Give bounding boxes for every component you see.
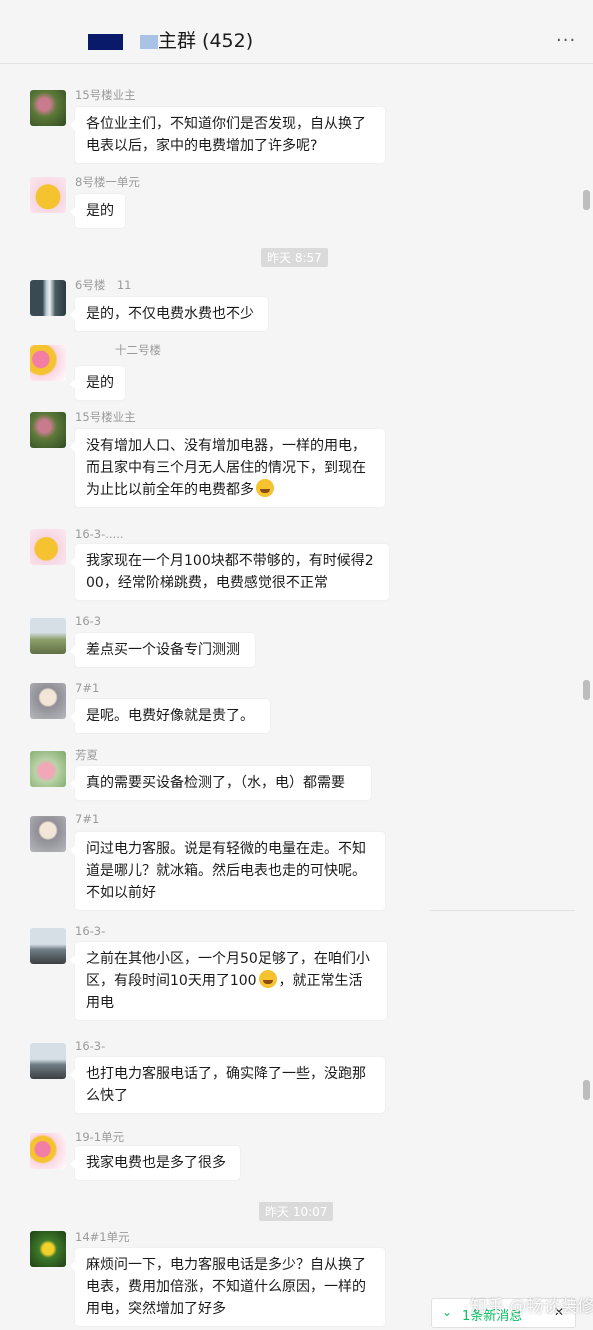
message-text: 是的，不仅电费水费也不少 — [86, 306, 254, 322]
message-text: 我家电费也是多了很多 — [86, 1155, 226, 1171]
message-bubble: 麻烦问一下，电力客服电话是多少？自从换了 电表，费用加倍涨，不知道什么原因，一样… — [70, 1248, 385, 1326]
message-text: 么快了 — [86, 1088, 128, 1104]
message-text: 用电，突然增加了好多 — [86, 1301, 226, 1317]
message-bubble: 是的 — [70, 194, 125, 228]
sender-name: 6号楼 11 — [75, 278, 132, 292]
message-text: 用电 — [86, 995, 114, 1011]
message-text: 麻烦问一下，电力客服电话是多少？自从换了 — [86, 1257, 366, 1273]
message-text: 之前在其他小区，一个月50足够了，在咱们小 — [86, 951, 370, 967]
sender-name: 16-3-..... — [75, 527, 124, 541]
more-options-icon[interactable]: ··· — [556, 30, 576, 51]
hearts-avatar[interactable] — [30, 1133, 66, 1169]
flower-avatar[interactable] — [30, 90, 66, 126]
message-bubble: 我家现在一个月100块都不带够的，有时候得2 00，经常阶梯跳费，电费感觉很不正… — [70, 544, 389, 600]
message-text: ，就正常生活 — [278, 973, 363, 989]
message-text: 是的 — [86, 203, 114, 219]
message-text: 没有增加人口、没有增加电器，一样的用电， — [86, 438, 366, 454]
sender-name: 十二号楼 — [115, 343, 161, 357]
watermark: 知乎 @畅谈装修 — [470, 1297, 593, 1317]
sender-name: 14#1单元 — [75, 1230, 130, 1244]
message-text: 我家现在一个月100块都不带够的，有时候得2 — [86, 553, 374, 569]
message-bubble: 是呢。电费好像就是贵了。 — [70, 699, 270, 733]
chat-header: 主群 (452) ··· — [0, 0, 593, 64]
message-list[interactable]: 15号楼业主 各位业主们，不知道你们是否发现，自从换了 电表以后，家中的电费增加… — [0, 65, 580, 1330]
yellow-flower-avatar[interactable] — [30, 1231, 66, 1267]
divider — [430, 910, 575, 911]
message-text: 是的 — [86, 375, 114, 391]
message-bubble: 是的 — [70, 366, 125, 400]
hearts-avatar[interactable] — [30, 345, 66, 381]
sender-name: 16-3 — [75, 614, 102, 628]
message-text: 是呢。电费好像就是贵了。 — [86, 708, 254, 724]
message-bubble: 差点买一个设备专门测测 — [70, 633, 255, 667]
flower-avatar[interactable] — [30, 412, 66, 448]
message-text: 各位业主们，不知道你们是否发现，自从换了 — [86, 116, 366, 132]
sender-name: 芳夏 — [75, 748, 98, 762]
redaction-mark — [88, 34, 123, 50]
anime-avatar[interactable] — [30, 683, 66, 719]
sender-name: 16-3- — [75, 1039, 106, 1053]
message-bubble: 之前在其他小区，一个月50足够了，在咱们小 区，有段时间10天用了100 ，就正常… — [70, 942, 387, 1020]
emoji-avatar[interactable] — [30, 529, 66, 565]
message-text: 区，有段时间10天用了100 — [86, 973, 257, 989]
message-text: 而且家中有三个月无人居住的情况下，到现在 — [86, 460, 366, 476]
sender-name: 16-3- — [75, 924, 106, 938]
message-text: 不如以前好 — [86, 885, 156, 901]
emoji-avatar[interactable] — [30, 177, 66, 213]
message-text: 00，经常阶梯跳费，电费感觉很不正常 — [86, 575, 328, 591]
message-bubble: 我家电费也是多了很多 — [70, 1146, 240, 1180]
message-bubble: 也打电力客服电话了，确实降了一些，没跑那 么快了 — [70, 1057, 385, 1113]
road-avatar[interactable] — [30, 1043, 66, 1079]
message-text: 也打电力客服电话了，确实降了一些，没跑那 — [86, 1066, 366, 1082]
message-text: 为止比以前全年的电费都多 — [86, 482, 254, 498]
message-text: 差点买一个设备专门测测 — [86, 642, 240, 658]
sender-name: 7#1 — [75, 812, 100, 826]
anime-avatar[interactable] — [30, 816, 66, 852]
message-bubble: 各位业主们，不知道你们是否发现，自从换了 电表以后，家中的电费增加了许多呢? — [70, 107, 385, 163]
message-bubble: 真的需要买设备检测了，（水，电）都需要 — [70, 766, 371, 800]
lotus-avatar[interactable] — [30, 751, 66, 787]
message-bubble: 是的，不仅电费水费也不少 — [70, 297, 268, 331]
laughing-emoji-icon — [256, 479, 274, 497]
waterfall-avatar[interactable] — [30, 280, 66, 316]
timestamp: 昨天 10:07 — [259, 1202, 334, 1221]
road-avatar[interactable] — [30, 618, 66, 654]
road-avatar[interactable] — [30, 928, 66, 964]
scrollbar-thumb[interactable] — [583, 190, 590, 210]
sender-name: 15号楼业主 — [75, 410, 136, 424]
message-text: 道是哪儿？就冰箱。然后电表也走的可快呢。 — [86, 863, 366, 879]
message-bubble: 没有增加人口、没有增加电器，一样的用电， 而且家中有三个月无人居住的情况下，到现… — [70, 429, 385, 507]
message-text: 电表以后，家中的电费增加了许多呢? — [86, 138, 318, 154]
message-bubble: 问过电力客服。说是有轻微的电量在走。不知 道是哪儿？就冰箱。然后电表也走的可快呢… — [70, 832, 385, 910]
message-text: 电表，费用加倍涨，不知道什么原因，一样的 — [86, 1279, 366, 1295]
crying-laughing-emoji-icon — [258, 970, 277, 988]
scrollbar-thumb[interactable] — [583, 1080, 590, 1100]
message-text: 问过电力客服。说是有轻微的电量在走。不知 — [86, 841, 366, 857]
message-text: 真的需要买设备检测了，（水，电）都需要 — [86, 775, 345, 791]
group-title: 主群 (452) — [158, 30, 254, 52]
sender-name: 15号楼业主 — [75, 88, 136, 102]
scrollbar-thumb[interactable] — [583, 680, 590, 700]
sender-name: 19-1单元 — [75, 1130, 125, 1144]
timestamp: 昨天 8:57 — [261, 248, 328, 267]
sender-name: 8号楼一单元 — [75, 175, 140, 189]
sender-name: 7#1 — [75, 681, 100, 695]
chevron-down-icon: ⌄ — [442, 1305, 453, 1319]
redaction-mark — [140, 35, 158, 49]
